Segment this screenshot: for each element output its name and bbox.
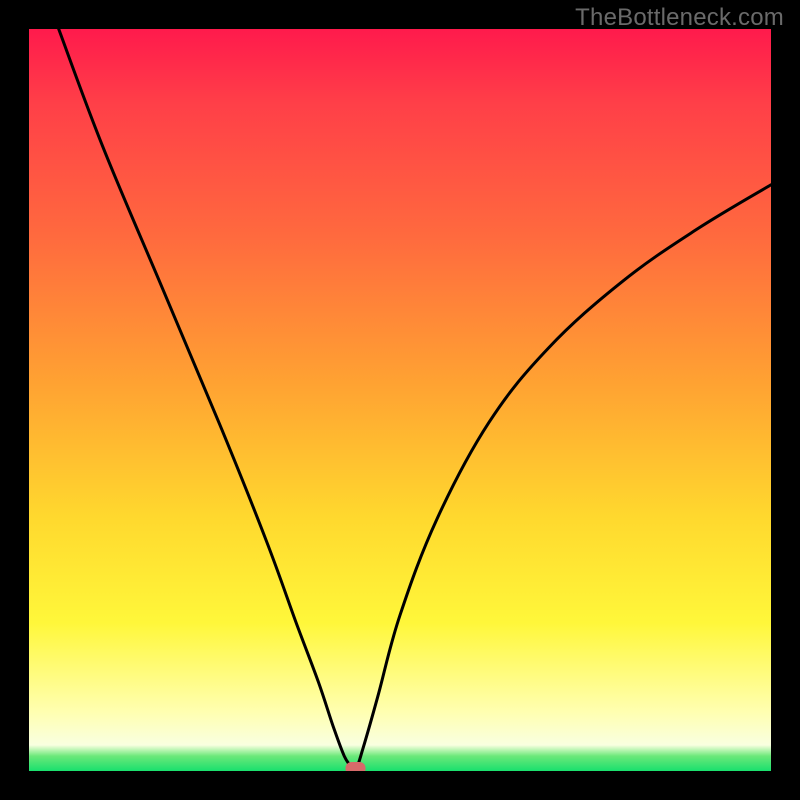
plot-area bbox=[29, 29, 771, 771]
bottleneck-curve bbox=[59, 29, 771, 771]
watermark-text: TheBottleneck.com bbox=[575, 4, 784, 32]
minimum-marker bbox=[346, 762, 366, 771]
curve-svg bbox=[29, 29, 771, 771]
chart-container: TheBottleneck.com bbox=[0, 0, 800, 800]
